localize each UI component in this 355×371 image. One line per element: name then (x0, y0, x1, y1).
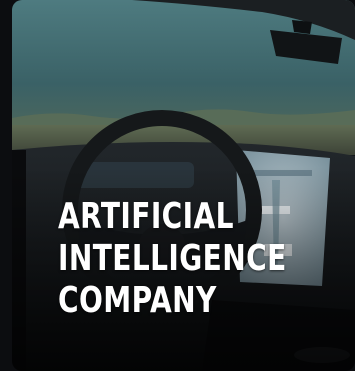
card-title-line-3: COMPANY (58, 280, 217, 321)
feature-card[interactable]: ARTIFICIAL INTELLIGENCE COMPANY (12, 0, 355, 371)
card-title-line-1: ARTIFICIAL (58, 196, 234, 237)
card-title-line-2: INTELLIGENCE (58, 238, 287, 279)
card-title: ARTIFICIAL INTELLIGENCE COMPANY (58, 196, 287, 322)
